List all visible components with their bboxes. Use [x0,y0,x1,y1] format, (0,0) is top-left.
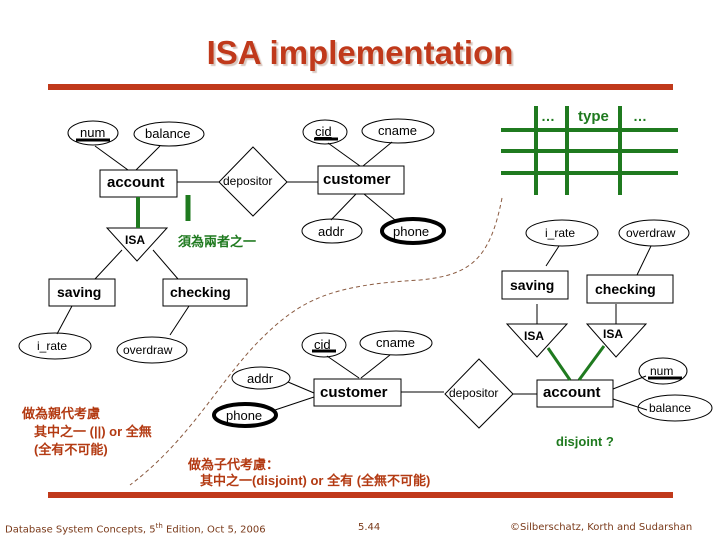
attr-cname-label-bottom: cname [376,335,416,350]
entity-checking-label: checking [170,284,231,300]
isa-label-right-a: ISA [524,329,545,343]
note-parent-line1: 做為親代考慮 [22,406,101,421]
note-must-be-one: 須為兩者之一 [178,234,257,249]
entity-checking-label-right: checking [595,281,656,297]
table-header-type: type [578,108,609,125]
attr-cid-label-bottom: cid [314,337,331,352]
note-child-line1: 做為子代考慮： [188,457,280,472]
attr-balance-label: balance [145,126,191,141]
entity-customer-label-bottom: customer [320,384,388,401]
attr-num-label-right: num [650,364,674,378]
entity-account-label: account [107,174,165,191]
footer-book-info: Database System Concepts, 5th Edition, O… [5,522,266,535]
table-header-ellipsis-right: … [633,108,647,124]
isa-label-left: ISA [125,233,146,247]
attr-phone-label-bottom: phone [226,408,263,423]
footer-copyright: ©Silberschatz, Korth and Sudarshan [510,522,693,533]
note-child-line2: 其中之一(disjoint) or 全有 (全無不可能) [200,473,431,488]
attr-addr-label-bottom: addr [247,371,274,386]
relationship-depositor-label-bottom: depositor [449,386,499,400]
attr-addr-label: addr [318,224,345,239]
footer-page-number: 5.44 [358,522,381,533]
attr-num-label: num [80,125,106,140]
attr-phone-label: phone [393,224,430,239]
note-parent-line2: 其中之一 (||) or 全無 [34,424,152,439]
right-diagram [501,219,713,422]
er-diagram [18,106,713,486]
footer-book-sup: th [155,522,163,530]
entity-saving-label: saving [57,284,102,300]
attr-cname-label: cname [378,123,418,138]
note-disjoint-question: disjoint ? [556,434,614,449]
attr-cid-label: cid [315,124,332,139]
isa-label-right-b: ISA [603,327,624,341]
footer-book-prefix: Database System Concepts, 5 [5,524,156,536]
entity-account-label-right: account [543,384,601,401]
attr-balance-label-right: balance [649,401,692,415]
note-parent-line3: (全有不可能) [34,442,108,457]
left-diagram [18,120,318,364]
attr-i-rate-label-right: i_rate [545,226,576,240]
entity-saving-label-right: saving [510,277,555,293]
attr-i-rate-label: i_rate [37,339,68,353]
entity-customer-label: customer [323,171,391,188]
footer-book-suffix: Edition, Oct 5, 2006 [162,524,266,536]
attr-overdraw-label-right: overdraw [626,226,676,240]
attr-overdraw-label: overdraw [123,343,173,357]
relationship-depositor-label: depositor [223,174,273,188]
table-header-ellipsis-left: … [541,108,555,124]
